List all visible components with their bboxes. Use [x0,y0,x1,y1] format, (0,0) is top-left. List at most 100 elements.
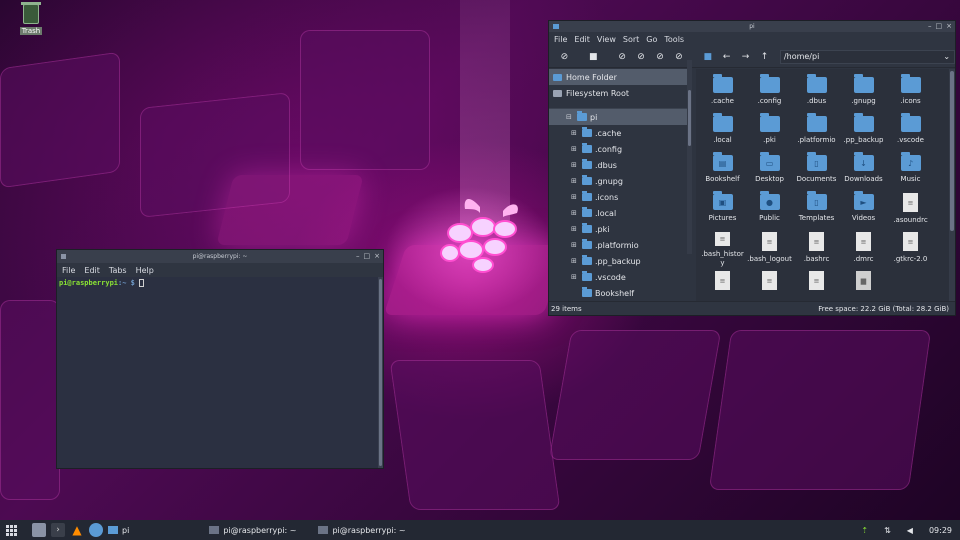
place-filesystem-root[interactable]: Filesystem Root [549,85,692,101]
folder-item[interactable]: ♪ Music [887,151,934,190]
file-item[interactable]: ≡ .bash_history [699,229,746,268]
tree-node[interactable]: ⊞ .dbus [549,157,687,173]
maximize-button[interactable]: □ [936,22,943,30]
chevron-down-icon[interactable]: ⌄ [943,52,950,61]
menu-edit[interactable]: Edit [84,266,100,275]
tree-node[interactable]: ⊞ .vscode [549,269,687,285]
file-item[interactable]: ≡ .asoundrc [887,190,934,229]
maximize-button[interactable]: □ [364,252,371,260]
tree-node[interactable]: ⊞ .gnupg [549,173,687,189]
file-item[interactable]: ≡ [699,268,746,302]
network-icon[interactable]: ⇅ [884,526,891,535]
place-home-folder[interactable]: Home Folder [549,69,692,85]
paste-icon[interactable]: ⊘ [651,49,670,65]
folder-item[interactable]: ▤ Bookshelf [699,151,746,190]
tree-node[interactable]: ⊞ .cache [549,125,687,141]
minimize-button[interactable]: – [356,252,360,260]
menu-file[interactable]: File [62,266,75,275]
expand-icon[interactable]: ⊞ [571,241,578,249]
folder-item[interactable]: .pp_backup [840,112,887,151]
expand-icon[interactable]: ⊞ [571,177,578,185]
file-item[interactable]: ▆ [840,268,887,302]
terminal-scrollbar[interactable] [378,277,383,468]
terminal-titlebar[interactable]: pi@raspberrypi: ~ – □ × [57,250,383,263]
folder-item[interactable]: .vscode [887,112,934,151]
vlc-icon[interactable]: ▲ [70,523,84,537]
expand-icon[interactable]: ⊞ [571,225,578,233]
tree-node[interactable]: ⊞ .config [549,141,687,157]
folder-item[interactable]: ▣ Pictures [699,190,746,229]
cut-icon[interactable]: ⊘ [613,49,632,65]
tree-node[interactable]: ⊞ .local [549,205,687,221]
file-item[interactable]: ≡ .gtkrc-2.0 [887,229,934,268]
task-file-manager[interactable]: pi [108,526,129,535]
up-arrow-icon[interactable]: ↑ [755,49,774,65]
expand-icon[interactable]: ⊞ [571,257,578,265]
desktop-trash[interactable]: Trash [16,2,46,35]
tree-node[interactable]: ⊞ .pki [549,221,687,237]
tree-scrollbar[interactable] [687,60,692,254]
browser-icon[interactable] [89,523,103,537]
new-folder-icon[interactable]: ■ [584,49,603,65]
menu-tabs[interactable]: Tabs [109,266,127,275]
folder-item[interactable]: .dbus [793,73,840,112]
home-icon[interactable]: ■ [698,49,717,65]
file-item[interactable]: ≡ .dmrc [840,229,887,268]
back-arrow-icon[interactable]: ← [717,49,736,65]
copy-icon[interactable]: ⊘ [632,49,651,65]
menu-edit[interactable]: Edit [574,35,590,44]
folder-item[interactable]: .pki [746,112,793,151]
file-manager-titlebar[interactable]: pi – □ × [549,21,955,32]
collapse-icon[interactable]: ⊟ [566,113,573,121]
tree-node[interactable]: Bookshelf [549,285,687,301]
file-manager-window[interactable]: pi – □ × File Edit View Sort Go Tools ⊘ … [548,20,956,316]
task-terminal-2[interactable]: pi@raspberrypi: ~ [318,526,406,535]
expand-icon[interactable]: ⊞ [571,145,578,153]
volume-icon[interactable]: ◀ [907,526,913,535]
terminal-window[interactable]: pi@raspberrypi: ~ – □ × File Edit Tabs H… [56,249,384,469]
expand-icon[interactable]: ⊞ [571,129,578,137]
expand-icon[interactable]: ⊞ [571,209,578,217]
file-view-scrollbar[interactable] [949,69,955,302]
folder-item[interactable]: ▭ Desktop [746,151,793,190]
file-item[interactable]: ≡ [793,268,840,302]
folder-item[interactable]: .config [746,73,793,112]
file-item[interactable]: ≡ [746,268,793,302]
menu-view[interactable]: View [597,35,616,44]
tree-node-pi[interactable]: ⊟ pi [549,109,687,125]
tree-node[interactable]: ⊞ .icons [549,189,687,205]
expand-icon[interactable]: ⊞ [571,193,578,201]
folder-item[interactable]: ▯ Templates [793,190,840,229]
menu-sort[interactable]: Sort [623,35,639,44]
menu-file[interactable]: File [554,35,567,44]
folder-item[interactable]: ▯ Documents [793,151,840,190]
update-icon[interactable]: ⇡ [861,526,868,535]
task-terminal-1[interactable]: pi@raspberrypi: ~ [209,526,296,535]
new-tab-icon[interactable]: ⊘ [555,49,574,65]
file-manager-icon[interactable] [32,523,46,537]
close-button[interactable]: × [374,252,380,260]
folder-item[interactable]: .platformio [793,112,840,151]
terminal-output[interactable]: pi@raspberrypi:~ $ [57,277,378,468]
file-item[interactable]: ≡ .bash_logout [746,229,793,268]
tree-node[interactable]: ⊞ .platformio [549,237,687,253]
menu-help[interactable]: Help [136,266,154,275]
path-input[interactable]: /home/pi ⌄ [779,49,956,64]
delete-icon[interactable]: ⊘ [669,49,688,65]
folder-item[interactable]: ► Videos [840,190,887,229]
menu-tools[interactable]: Tools [664,35,684,44]
expand-icon[interactable]: ⊞ [571,161,578,169]
folder-item[interactable]: ↓ Downloads [840,151,887,190]
app-menu-icon[interactable] [6,523,20,537]
forward-arrow-icon[interactable]: → [736,49,755,65]
clock[interactable]: 09:29 [929,526,952,535]
folder-item[interactable]: .gnupg [840,73,887,112]
file-item[interactable]: ≡ .bashrc [793,229,840,268]
terminal-icon[interactable]: › [51,523,65,537]
folder-item[interactable]: .local [699,112,746,151]
folder-item[interactable]: ● Public [746,190,793,229]
tree-node[interactable]: ⊞ .pp_backup [549,253,687,269]
folder-item[interactable]: .icons [887,73,934,112]
expand-icon[interactable]: ⊞ [571,273,578,281]
menu-go[interactable]: Go [646,35,657,44]
